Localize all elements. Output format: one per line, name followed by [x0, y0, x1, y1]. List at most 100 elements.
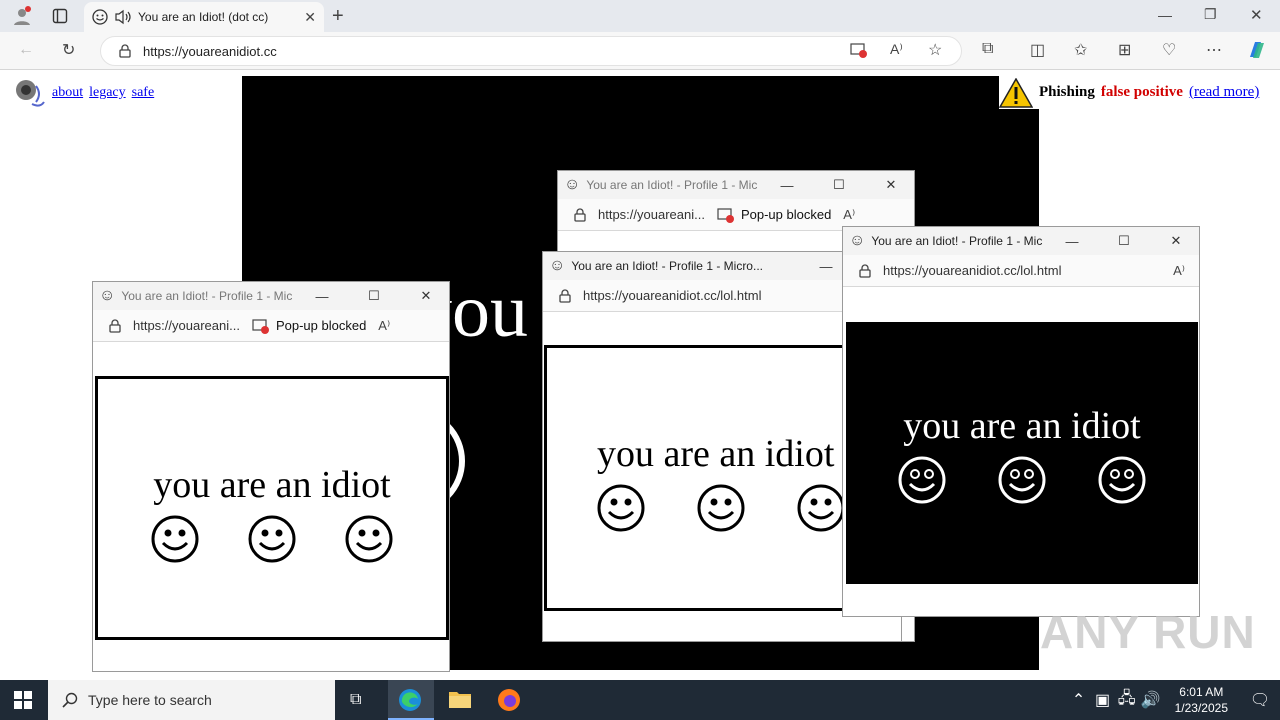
tab-actions-icon[interactable] [52, 8, 68, 24]
speaker-icon[interactable] [12, 76, 46, 110]
firefox-icon[interactable] [497, 688, 521, 717]
popup-url: https://youareanidiot.cc/lol.html [883, 263, 1062, 278]
collections-icon[interactable]: ⊞ [1118, 40, 1131, 60]
minimize-window-icon[interactable]: — [1158, 7, 1172, 23]
edge-icon [399, 689, 421, 711]
popup-url: https://youareanidiot.cc/lol.html [583, 288, 762, 303]
split-screen-icon[interactable]: ◫ [1030, 40, 1045, 60]
restore-window-icon[interactable]: ❐ [1204, 6, 1217, 23]
minimize-icon[interactable]: — [764, 178, 810, 193]
profile-avatar-icon[interactable] [12, 6, 32, 26]
smiley-icon [151, 515, 199, 563]
refresh-icon[interactable]: ↻ [62, 40, 75, 60]
favorites-icon[interactable]: ✩ [1074, 40, 1087, 60]
popup-blocked-icon [717, 207, 734, 223]
maximize-icon[interactable]: ☐ [351, 288, 397, 304]
close-tab-icon[interactable]: ✕ [304, 9, 316, 26]
popup-address-bar[interactable]: https://youareanidiot.cc/lol.html A⁾ [843, 255, 1199, 287]
lock-icon [574, 207, 586, 222]
popup-blocked-indicator[interactable]: Pop-up blocked [252, 318, 366, 334]
read-more-link[interactable]: (read more) [1189, 84, 1259, 101]
chevron-up-icon[interactable]: ⌃ [1067, 690, 1091, 710]
navigation-bar: ← ↻ https://youareanidiot.cc A⁾ ☆ ⧉ ◫ ✩ … [0, 32, 1280, 70]
watermark: ANY RUN [1040, 606, 1256, 658]
network-icon[interactable]: 🖧 [1115, 687, 1139, 714]
smiley-icon [797, 484, 845, 532]
safe-link[interactable]: safe [132, 85, 155, 101]
volume-icon[interactable]: 🔊 [1139, 690, 1163, 710]
popup-titlebar[interactable]: ☺ You are an Idiot! - Profile 1 - Micro.… [843, 227, 1199, 255]
close-icon[interactable]: ✕ [868, 177, 914, 193]
warning-icon [999, 77, 1033, 108]
popup-titlebar[interactable]: ☺ You are an Idiot! - Profile 1 - Micro.… [558, 171, 914, 199]
popup-blocked-indicator[interactable]: Pop-up blocked [717, 207, 831, 223]
popup-window[interactable]: ☺ You are an Idiot! - Profile 1 - Micro.… [92, 281, 450, 672]
popup-title: You are an Idiot! - Profile 1 - Micro... [121, 289, 293, 303]
phishing-word: Phishing [1039, 84, 1095, 100]
lock-icon [109, 318, 121, 333]
idiot-panel: you are an idiot [95, 376, 449, 640]
clock[interactable]: 6:01 AM 1/23/2025 [1175, 684, 1228, 716]
read-aloud-icon[interactable]: A⁾ [890, 41, 903, 58]
smiley-icon [345, 515, 393, 563]
minimize-icon[interactable]: — [1049, 234, 1095, 249]
popup-title: You are an Idiot! - Profile 1 - Micro... [586, 178, 758, 192]
false-positive-text: false positive [1100, 84, 1183, 100]
read-aloud-icon[interactable]: A⁾ [378, 318, 390, 334]
popup-blocked-icon[interactable] [850, 42, 868, 58]
new-tab-icon[interactable]: + [332, 5, 344, 28]
browser-essentials-icon[interactable]: ♡ [1162, 40, 1176, 60]
search-placeholder: Type here to search [88, 692, 212, 708]
speaker-audio-icon[interactable] [114, 9, 132, 25]
tab-active[interactable]: You are an Idiot! (dot cc) ✕ [84, 2, 324, 32]
about-link[interactable]: about [52, 85, 83, 101]
popup-blocked-label: Pop-up blocked [275, 318, 367, 333]
smiley-row [98, 515, 446, 563]
smiley-icon [597, 484, 645, 532]
maximize-icon[interactable]: ☐ [1101, 233, 1147, 249]
legacy-link[interactable]: legacy [89, 85, 126, 101]
task-view-icon[interactable]: ⧉ [350, 691, 361, 709]
popup-address-bar[interactable]: https://youareani... Pop-up blocked A⁾ [93, 310, 449, 342]
tab-bar: You are an Idiot! (dot cc) ✕ + — ❐ ✕ [0, 0, 1280, 32]
extensions-icon[interactable]: ⧉ [982, 40, 993, 58]
read-aloud-icon[interactable]: A⁾ [843, 207, 855, 223]
popup-title: You are an Idiot! - Profile 1 - Micro... [571, 259, 763, 273]
address-bar[interactable]: https://youareanidiot.cc [100, 36, 962, 66]
popup-url: https://youareani... [598, 207, 705, 222]
windows-start-icon[interactable] [14, 691, 32, 714]
smiley-icon [998, 456, 1046, 504]
smiley-icon [697, 484, 745, 532]
smiley-favicon-icon: ☺ [849, 232, 866, 249]
edge-taskbar-button[interactable] [388, 680, 434, 720]
search-icon [62, 692, 78, 708]
top-links: about legacy safe [12, 76, 154, 110]
close-window-icon[interactable]: ✕ [1250, 6, 1263, 24]
popup-window[interactable]: ☺ You are an Idiot! - Profile 1 - Micro.… [842, 226, 1200, 617]
taskbar: Type here to search ⧉ ⌃ ▣ 🖧 🔊 6:01 AM 1/… [0, 680, 1280, 720]
more-options-icon[interactable]: ⋯ [1206, 40, 1222, 60]
minimize-icon[interactable]: — [299, 289, 345, 304]
close-icon[interactable]: ✕ [1153, 233, 1199, 249]
system-tray: ⌃ ▣ 🖧 🔊 6:01 AM 1/23/2025 🗨 [1067, 680, 1280, 720]
tab-title: You are an Idiot! (dot cc) [138, 10, 269, 24]
taskbar-search[interactable]: Type here to search [48, 680, 335, 720]
smiley-icon [898, 456, 946, 504]
copilot-icon[interactable] [1246, 39, 1268, 61]
file-explorer-icon[interactable] [448, 688, 472, 715]
idiot-text: you are an idiot [903, 405, 1141, 447]
popup-titlebar[interactable]: ☺ You are an Idiot! - Profile 1 - Micro.… [93, 282, 449, 310]
notifications-icon[interactable]: 🗨 [1240, 690, 1280, 710]
popup-url: https://youareani... [133, 318, 240, 333]
close-icon[interactable]: ✕ [403, 288, 449, 304]
maximize-icon[interactable]: ☐ [816, 177, 862, 193]
back-icon[interactable]: ← [18, 41, 34, 59]
read-aloud-icon[interactable]: A⁾ [1173, 263, 1185, 279]
favorite-star-icon[interactable]: ☆ [928, 40, 942, 60]
device-icon[interactable]: ▣ [1091, 690, 1115, 710]
lock-icon [859, 263, 871, 278]
smiley-row [846, 456, 1198, 504]
popup-title: You are an Idiot! - Profile 1 - Micro... [871, 234, 1043, 248]
time: 6:01 AM [1179, 685, 1224, 699]
popup-blocked-icon [252, 318, 269, 334]
